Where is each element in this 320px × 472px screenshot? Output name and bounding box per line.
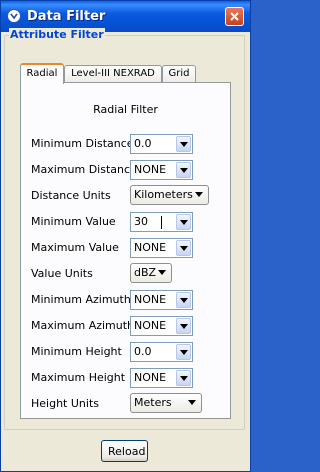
maximum-height-value: NONE bbox=[134, 371, 167, 384]
panel-title: Radial Filter bbox=[93, 103, 158, 116]
maximum-distance-combo[interactable]: NONE bbox=[130, 160, 193, 180]
chevron-down-icon bbox=[155, 265, 170, 281]
chevron-down-icon[interactable] bbox=[176, 370, 191, 386]
chevron-down-icon[interactable] bbox=[176, 136, 191, 152]
minimum-azimuth-combo[interactable]: NONE bbox=[130, 290, 193, 310]
tab-level-iii-nexrad-label: Level-III NEXRAD bbox=[71, 68, 155, 79]
tab-radial-label: Radial bbox=[26, 68, 58, 79]
tab-radial[interactable]: Radial bbox=[20, 63, 64, 84]
value-units-label: Value Units bbox=[31, 267, 93, 280]
distance-units-label: Distance Units bbox=[31, 189, 111, 202]
radial-filter-panel: Radial Filter Minimum Distance 0.0 Maxim… bbox=[20, 82, 231, 419]
value-units-value: dBZ bbox=[134, 266, 157, 279]
chevron-down-icon[interactable] bbox=[176, 292, 191, 308]
close-button[interactable] bbox=[225, 7, 244, 26]
minimum-distance-combo[interactable]: 0.0 bbox=[130, 134, 193, 154]
chevron-down-icon[interactable] bbox=[176, 344, 191, 360]
reload-button[interactable]: Reload bbox=[101, 440, 148, 462]
minimum-value-combo[interactable]: 30 bbox=[130, 212, 193, 232]
maximum-height-label: Maximum Height bbox=[31, 371, 126, 384]
chevron-down-icon bbox=[192, 187, 207, 203]
value-units-select[interactable]: dBZ bbox=[130, 263, 172, 283]
distance-units-select[interactable]: Kilometers bbox=[130, 185, 209, 205]
close-icon bbox=[230, 12, 239, 21]
maximum-distance-value: NONE bbox=[134, 163, 167, 176]
tab-level-iii-nexrad[interactable]: Level-III NEXRAD bbox=[64, 65, 162, 83]
chevron-down-icon bbox=[185, 395, 200, 411]
minimum-distance-label: Minimum Distance bbox=[31, 137, 134, 150]
chevron-down-icon[interactable] bbox=[176, 162, 191, 178]
distance-units-value: Kilometers bbox=[134, 188, 193, 201]
maximum-value-label: Maximum Value bbox=[31, 241, 119, 254]
minimum-height-label: Minimum Height bbox=[31, 345, 122, 358]
height-units-select[interactable]: Meters bbox=[130, 393, 202, 413]
text-caret bbox=[161, 216, 162, 229]
attribute-filter-label: Attribute Filter bbox=[9, 28, 105, 41]
minimum-value-value: 30 bbox=[134, 215, 148, 228]
height-units-value: Meters bbox=[134, 396, 172, 409]
minimum-height-combo[interactable]: 0.0 bbox=[130, 342, 193, 362]
tab-grid-label: Grid bbox=[168, 68, 190, 79]
minimum-height-value: 0.0 bbox=[134, 345, 152, 358]
maximum-azimuth-combo[interactable]: NONE bbox=[130, 316, 193, 336]
minimum-distance-value: 0.0 bbox=[134, 137, 152, 150]
app-icon bbox=[7, 9, 21, 23]
maximum-azimuth-value: NONE bbox=[134, 319, 167, 332]
chevron-down-icon[interactable] bbox=[176, 318, 191, 334]
window-title: Data Filter bbox=[27, 9, 106, 24]
tab-grid[interactable]: Grid bbox=[162, 65, 196, 83]
minimum-azimuth-label: Minimum Azimuth bbox=[31, 293, 131, 306]
height-units-label: Height Units bbox=[31, 397, 99, 410]
maximum-height-combo[interactable]: NONE bbox=[130, 368, 193, 388]
maximum-value-combo[interactable]: NONE bbox=[130, 238, 193, 258]
maximum-distance-label: Maximum Distance bbox=[31, 163, 137, 176]
minimum-azimuth-value: NONE bbox=[134, 293, 167, 306]
chevron-down-icon[interactable] bbox=[176, 214, 191, 230]
chevron-down-icon[interactable] bbox=[176, 240, 191, 256]
maximum-azimuth-label: Maximum Azimuth bbox=[31, 319, 135, 332]
minimum-value-label: Minimum Value bbox=[31, 215, 116, 228]
maximum-value-value: NONE bbox=[134, 241, 167, 254]
